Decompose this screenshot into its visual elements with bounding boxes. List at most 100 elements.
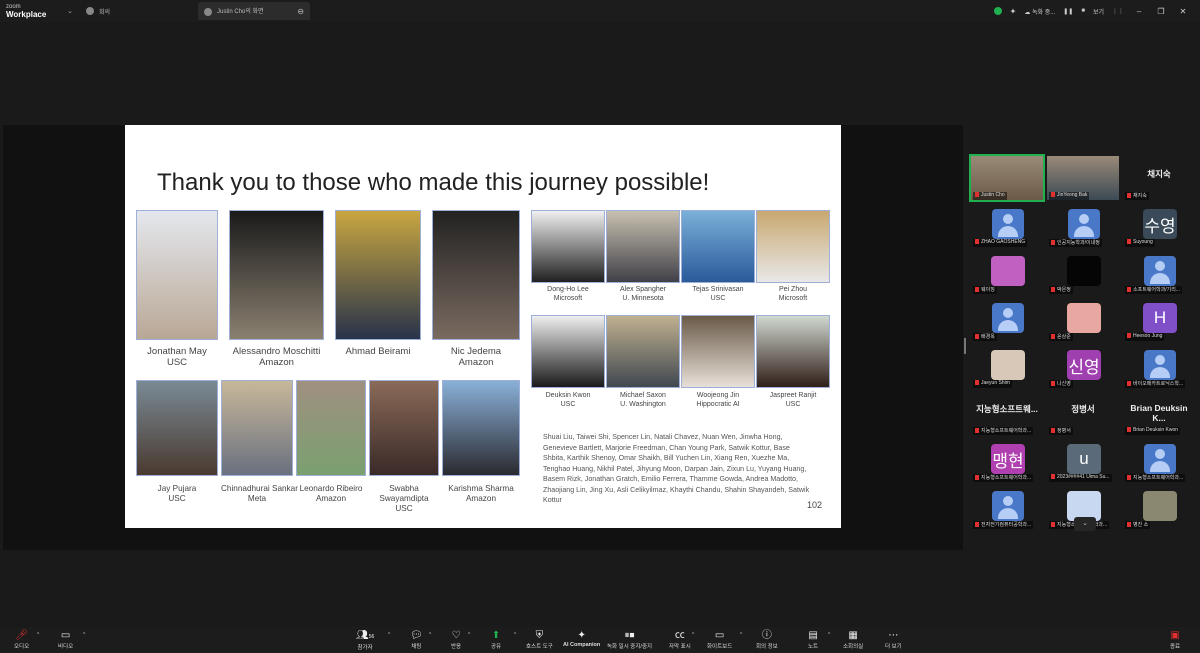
- participant-name-label: 배경옥: [973, 333, 997, 341]
- participant-initials: 신영: [1067, 350, 1101, 380]
- meeting-icon: [86, 7, 94, 15]
- minimize-icon[interactable]: –: [1132, 7, 1146, 16]
- tab-meeting[interactable]: 회의: [80, 2, 190, 20]
- participant-tile[interactable]: 바이오메카트로닉스학...: [1123, 344, 1195, 388]
- participant-tile[interactable]: 배경옥: [971, 297, 1043, 341]
- participant-name-label: 윤상준: [1049, 333, 1073, 341]
- recording-controls-button[interactable]: ⏸⏹ 녹화 일시 중지/중지: [607, 630, 652, 650]
- participant-initials: u: [1067, 444, 1101, 474]
- info-icon: ⓘ: [761, 630, 772, 641]
- participant-display-name: Brian Deuksin K...: [1130, 403, 1188, 423]
- participant-tile[interactable]: 인공지능학과/이내정: [1047, 203, 1119, 247]
- video-options-caret[interactable]: ^: [83, 632, 85, 638]
- react-button[interactable]: ♡ 반응: [451, 630, 461, 650]
- whiteboard-button[interactable]: ▭ 화이트보드: [707, 630, 732, 650]
- end-meeting-button[interactable]: ▣ 종료: [1170, 630, 1180, 650]
- whiteboard-options-caret[interactable]: ^: [740, 632, 742, 638]
- participant-tile[interactable]: Justin Cho: [969, 154, 1045, 202]
- captions-button[interactable]: ㏄ 자막 표시: [669, 630, 691, 650]
- zoom-logo: zoom Workplace: [6, 4, 47, 19]
- meeting-info-button[interactable]: ⓘ 회의 정보: [756, 630, 778, 650]
- participant-tile[interactable]: 소프트웨어학과/기리...: [1123, 250, 1195, 294]
- screen-share-icon: [204, 7, 212, 16]
- participant-tile[interactable]: 정병서 정병서: [1047, 391, 1119, 435]
- chat-options-caret[interactable]: ^: [429, 632, 431, 638]
- panel-resize-handle[interactable]: [964, 338, 966, 354]
- caption-dong-ho-lee: Dong-Ho Lee Microsoft: [547, 286, 589, 302]
- whiteboard-icon: ▭: [714, 630, 725, 641]
- participant-name-label: 지능형소프트웨어학과...: [1125, 474, 1186, 482]
- participant-tile[interactable]: Jaeyun Shim: [971, 344, 1043, 388]
- participant-tile[interactable]: 채지숙 채지숙: [1123, 156, 1195, 200]
- participant-name-label: JinYeong Bak: [1049, 192, 1090, 200]
- participant-tile[interactable]: 지능형소프트웨... 지능형소프트웨어학과...: [971, 391, 1043, 435]
- participant-photo: [1143, 491, 1177, 521]
- participant-tile[interactable]: 지능형소프트웨어학과...: [1123, 438, 1195, 482]
- close-window-icon[interactable]: ✕: [1176, 7, 1190, 16]
- share-button[interactable]: ⬆ 공유: [491, 630, 501, 650]
- captions-options-caret[interactable]: ^: [692, 632, 694, 638]
- caption-ahmad-beirami: Ahmad Beirami: [345, 346, 411, 357]
- cc-icon: ㏄: [674, 630, 685, 641]
- mic-muted-icon: [1051, 287, 1055, 293]
- default-avatar-icon: [992, 209, 1024, 239]
- audio-options-caret[interactable]: ^: [37, 632, 39, 638]
- mic-muted-icon: [975, 380, 979, 386]
- shield-icon: [993, 7, 1002, 15]
- participants-options-caret[interactable]: ^: [388, 632, 390, 638]
- mic-muted-icon: 🎤︎: [15, 630, 28, 641]
- mic-muted-icon: [1127, 381, 1131, 387]
- caption-swabha-swayamdipta: Swabha Swayamdipta USC: [379, 484, 429, 513]
- participant-name-label: 채지숙: [1125, 192, 1149, 200]
- chat-button[interactable]: 💬︎ 채팅: [410, 630, 423, 650]
- chevron-down-icon[interactable]: ⌄: [60, 7, 80, 15]
- participant-name-label: 전자전기컴퓨터공학과...: [973, 521, 1034, 529]
- mic-muted-icon: [1051, 334, 1055, 340]
- photo-michael-saxon: [606, 315, 680, 388]
- grid-icon[interactable]: ⋮⋮: [1112, 8, 1124, 15]
- default-avatar-icon: [1144, 444, 1176, 474]
- participant-name-label: 박은정: [1049, 286, 1073, 294]
- participant-tile[interactable]: ZHAO GAOSHENG: [971, 203, 1043, 247]
- share-options-caret[interactable]: ^: [514, 632, 516, 638]
- more-button[interactable]: ⋯ 더 보기: [885, 630, 902, 650]
- default-avatar-icon: [1068, 209, 1100, 239]
- pause-recording-icon[interactable]: ❚❚: [1063, 8, 1073, 15]
- participant-tile[interactable]: 맹현 지능형소프트웨어학과...: [971, 438, 1043, 482]
- breakout-rooms-button[interactable]: ▦ 소회의실: [843, 630, 863, 650]
- participant-display-name: 지능형소프트웨...: [976, 404, 1038, 414]
- caption-jonathan-may: Jonathan May USC: [147, 346, 207, 368]
- ai-companion-button[interactable]: ✦ AI Companion: [563, 630, 600, 648]
- participants-icon: 👥︎56: [356, 630, 375, 641]
- caption-nic-jedema: Nic Jedema Amazon: [450, 346, 502, 368]
- notes-options-caret[interactable]: ^: [828, 632, 830, 638]
- view-button[interactable]: 보기: [1093, 7, 1104, 16]
- gallery-scroll-down-button[interactable]: ⌄: [1074, 517, 1096, 531]
- participant-tile[interactable]: JinYeong Bak: [1047, 156, 1119, 200]
- photo-leonardo-ribeiro: [296, 380, 366, 476]
- meeting-toolbar: 🎤︎ 오디오 ^ ▭ 비디오 ^ 👥︎56 참가자 ^ 💬︎ 채팅 ^ ♡ 반응 ^ ⬆ 공…: [0, 627, 1200, 653]
- participants-button[interactable]: 👥︎56 참가자: [356, 630, 374, 651]
- restore-icon[interactable]: ❐: [1154, 7, 1168, 16]
- participant-tile[interactable]: 신영 나신영: [1047, 344, 1119, 388]
- participant-tile[interactable]: H Heesoo Jung: [1123, 297, 1195, 341]
- photo-karishma-sharma: [442, 380, 520, 476]
- participant-tile[interactable]: 윤상준: [1047, 297, 1119, 341]
- participant-tile[interactable]: Brian Deuksin K... Brian Deuksin Kwon: [1123, 391, 1195, 435]
- stop-recording-icon[interactable]: ■: [1081, 8, 1085, 14]
- video-button[interactable]: ▭ 비디오: [58, 630, 73, 650]
- tab-screen-share[interactable]: Justin Cho의 화면 ⊖: [198, 2, 310, 20]
- react-options-caret[interactable]: ^: [468, 632, 470, 638]
- participant-tile[interactable]: 수영 Suyoung: [1123, 203, 1195, 247]
- mic-muted-icon: [975, 428, 979, 434]
- participant-tile[interactable]: 병진 소: [1123, 485, 1195, 529]
- participant-tile[interactable]: 박은정: [1047, 250, 1119, 294]
- audio-button[interactable]: 🎤︎ 오디오: [14, 630, 29, 650]
- host-tools-button[interactable]: ⛨ 호스트 도구: [526, 630, 553, 650]
- close-tab-icon[interactable]: ⊖: [297, 7, 304, 16]
- notes-button[interactable]: ▤ 노트: [808, 630, 818, 650]
- sparkle-icon[interactable]: ✦: [1010, 7, 1017, 16]
- participant-tile[interactable]: u 2023####41 Uima Su...: [1047, 438, 1119, 482]
- participant-tile[interactable]: 전자전기컴퓨터공학과...: [971, 485, 1043, 529]
- participant-tile[interactable]: 웨이징: [971, 250, 1043, 294]
